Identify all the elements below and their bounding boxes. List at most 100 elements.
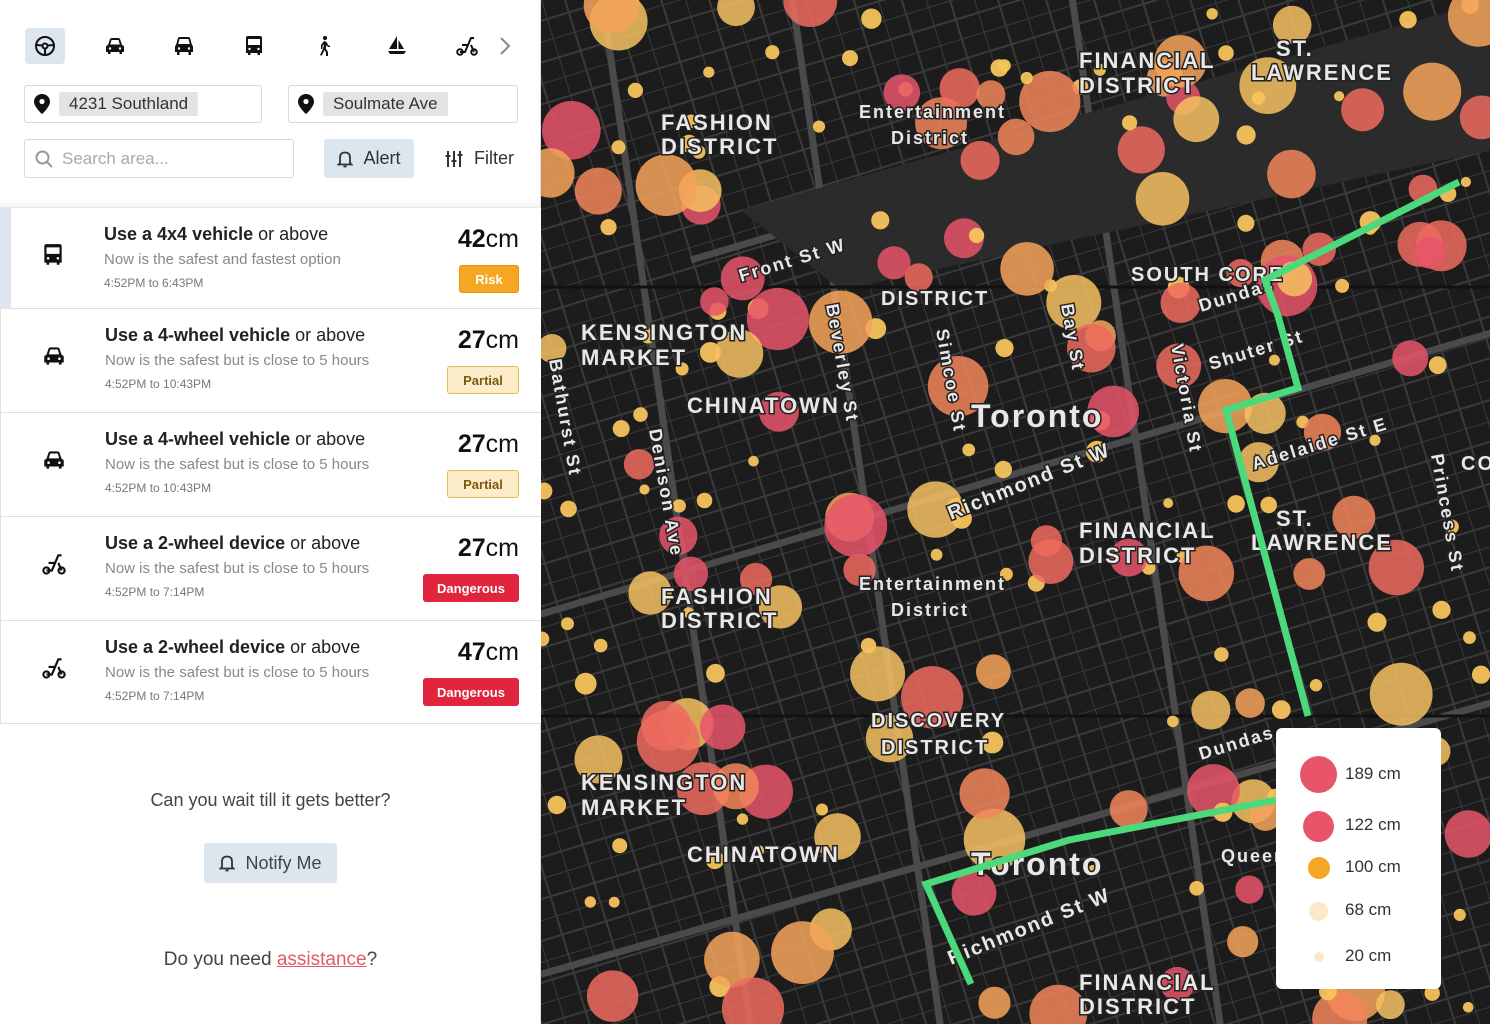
map-label: District: [891, 128, 969, 148]
flood-marker: [612, 838, 628, 854]
flood-marker: [1444, 810, 1490, 858]
notify-me-button[interactable]: Notify Me: [204, 843, 337, 883]
flood-marker: [600, 219, 617, 236]
alert-button[interactable]: Alert: [324, 139, 414, 178]
option-time: 4:52PM to 7:14PM: [105, 689, 205, 703]
mode-steering[interactable]: [25, 28, 65, 64]
option-subtitle: Now is the safest but is close to 5 hour…: [105, 560, 370, 577]
flood-marker: [1135, 172, 1190, 226]
flood-marker: [547, 795, 567, 815]
bell-icon: [337, 151, 354, 167]
option-row[interactable]: Use a 2-wheel device or above Now is the…: [0, 620, 541, 724]
option-depth: 47cm: [457, 638, 519, 666]
map-label: CO: [1461, 453, 1490, 475]
flood-marker: [1428, 356, 1447, 374]
flood-marker: [930, 548, 943, 561]
flood-marker: [1334, 91, 1345, 102]
map-label: DISTRICT: [1079, 543, 1196, 568]
flood-marker: [633, 407, 648, 422]
mode-boat[interactable]: [377, 28, 417, 64]
filter-button[interactable]: Filter: [444, 139, 524, 178]
flood-marker: [1471, 665, 1490, 684]
sliders-icon: [445, 150, 463, 167]
option-row[interactable]: Use a 4x4 vehicle or above Now is the sa…: [0, 207, 541, 308]
flood-marker: [1453, 908, 1466, 922]
option-time: 4:52PM to 6:43PM: [104, 276, 204, 290]
map-label: FINANCIAL: [1079, 518, 1216, 543]
flood-marker: [639, 484, 650, 495]
car-icon: [106, 38, 124, 54]
legend-item: 68 cm: [1276, 890, 1441, 930]
flood-marker: [696, 492, 713, 509]
option-subtitle: Now is the safest but is close to 5 hour…: [105, 664, 370, 681]
flood-marker: [1214, 647, 1229, 662]
pedestrian-icon: [320, 36, 330, 56]
notify-label: Notify Me: [245, 852, 322, 873]
map-label: KENSINGTON: [581, 770, 747, 795]
flood-marker: [1237, 214, 1255, 232]
flood-marker: [1267, 149, 1316, 199]
modes-next-button[interactable]: [484, 28, 524, 64]
flood-marker: [1167, 715, 1179, 728]
destination-field[interactable]: Soulmate Ave: [288, 85, 518, 123]
mode-bus[interactable]: [234, 28, 274, 64]
map-label: District: [891, 600, 969, 620]
status-badge: Risk: [459, 265, 519, 293]
bell-icon: [219, 855, 236, 872]
option-row[interactable]: Use a 4-wheel vehicle or above Now is th…: [0, 412, 541, 516]
filter-label: Filter: [474, 148, 514, 168]
option-subtitle: Now is the safest but is close to 5 hour…: [105, 456, 370, 473]
legend-swatch: [1309, 902, 1328, 921]
option-subtitle: Now is the safest but is close to 5 hour…: [105, 352, 370, 369]
chevron-right-icon: [500, 37, 511, 55]
search-input[interactable]: [62, 148, 272, 169]
flood-marker: [1122, 115, 1138, 131]
alert-label: Alert: [363, 148, 401, 168]
sailboat-icon: [388, 36, 406, 54]
flood-marker: [635, 154, 698, 216]
flood-marker: [1191, 690, 1231, 730]
map-label: LAWRENCE: [1251, 60, 1393, 85]
map-label: FASHION: [661, 110, 773, 135]
mode-suv[interactable]: [164, 28, 204, 64]
legend-swatch: [1300, 756, 1337, 793]
option-row[interactable]: Use a 4-wheel vehicle or above Now is th…: [0, 308, 541, 412]
flood-marker: [1227, 926, 1259, 958]
flood-marker: [706, 663, 725, 683]
flood-marker: [574, 167, 622, 215]
flood-marker: [1117, 126, 1165, 174]
option-row[interactable]: Use a 2-wheel device or above Now is the…: [0, 516, 541, 620]
side-panel: 4231 Southland Soulmate Ave Alert Filter…: [0, 0, 541, 1024]
flood-marker: [962, 443, 976, 457]
flood-marker: [1189, 881, 1204, 896]
flood-marker: [850, 646, 906, 702]
status-badge: Dangerous: [423, 574, 519, 602]
status-badge: Partial: [447, 366, 519, 394]
transport-mode-bar: [0, 0, 541, 90]
mode-car[interactable]: [95, 28, 135, 64]
option-subtitle: Now is the safest and fastest option: [104, 251, 341, 268]
mode-walk[interactable]: [304, 28, 344, 64]
assistance-link[interactable]: assistance: [277, 949, 367, 970]
flood-marker: [1000, 242, 1054, 296]
flood-marker: [1268, 354, 1280, 366]
flood-marker: [1235, 688, 1265, 718]
status-badge: Partial: [447, 470, 519, 498]
flood-marker: [627, 82, 643, 98]
flood-marker: [574, 672, 597, 695]
origin-value: 4231 Southland: [59, 92, 199, 116]
flood-marker: [1260, 496, 1277, 514]
flood-marker: [736, 813, 749, 825]
steering-wheel-icon: [35, 36, 55, 56]
flood-marker: [1399, 11, 1417, 29]
map-label: LAWRENCE: [1251, 530, 1393, 555]
search-icon: [35, 150, 53, 168]
flood-marker: [990, 59, 1009, 77]
flood-marker: [1367, 612, 1387, 632]
legend-label: 100 cm: [1345, 857, 1401, 876]
option-depth: 27cm: [457, 430, 519, 458]
mode-scooter[interactable]: [447, 28, 487, 64]
flood-marker: [1028, 539, 1074, 584]
option-title: Use a 4x4 vehicle or above: [104, 224, 329, 244]
origin-field[interactable]: 4231 Southland: [24, 85, 262, 123]
